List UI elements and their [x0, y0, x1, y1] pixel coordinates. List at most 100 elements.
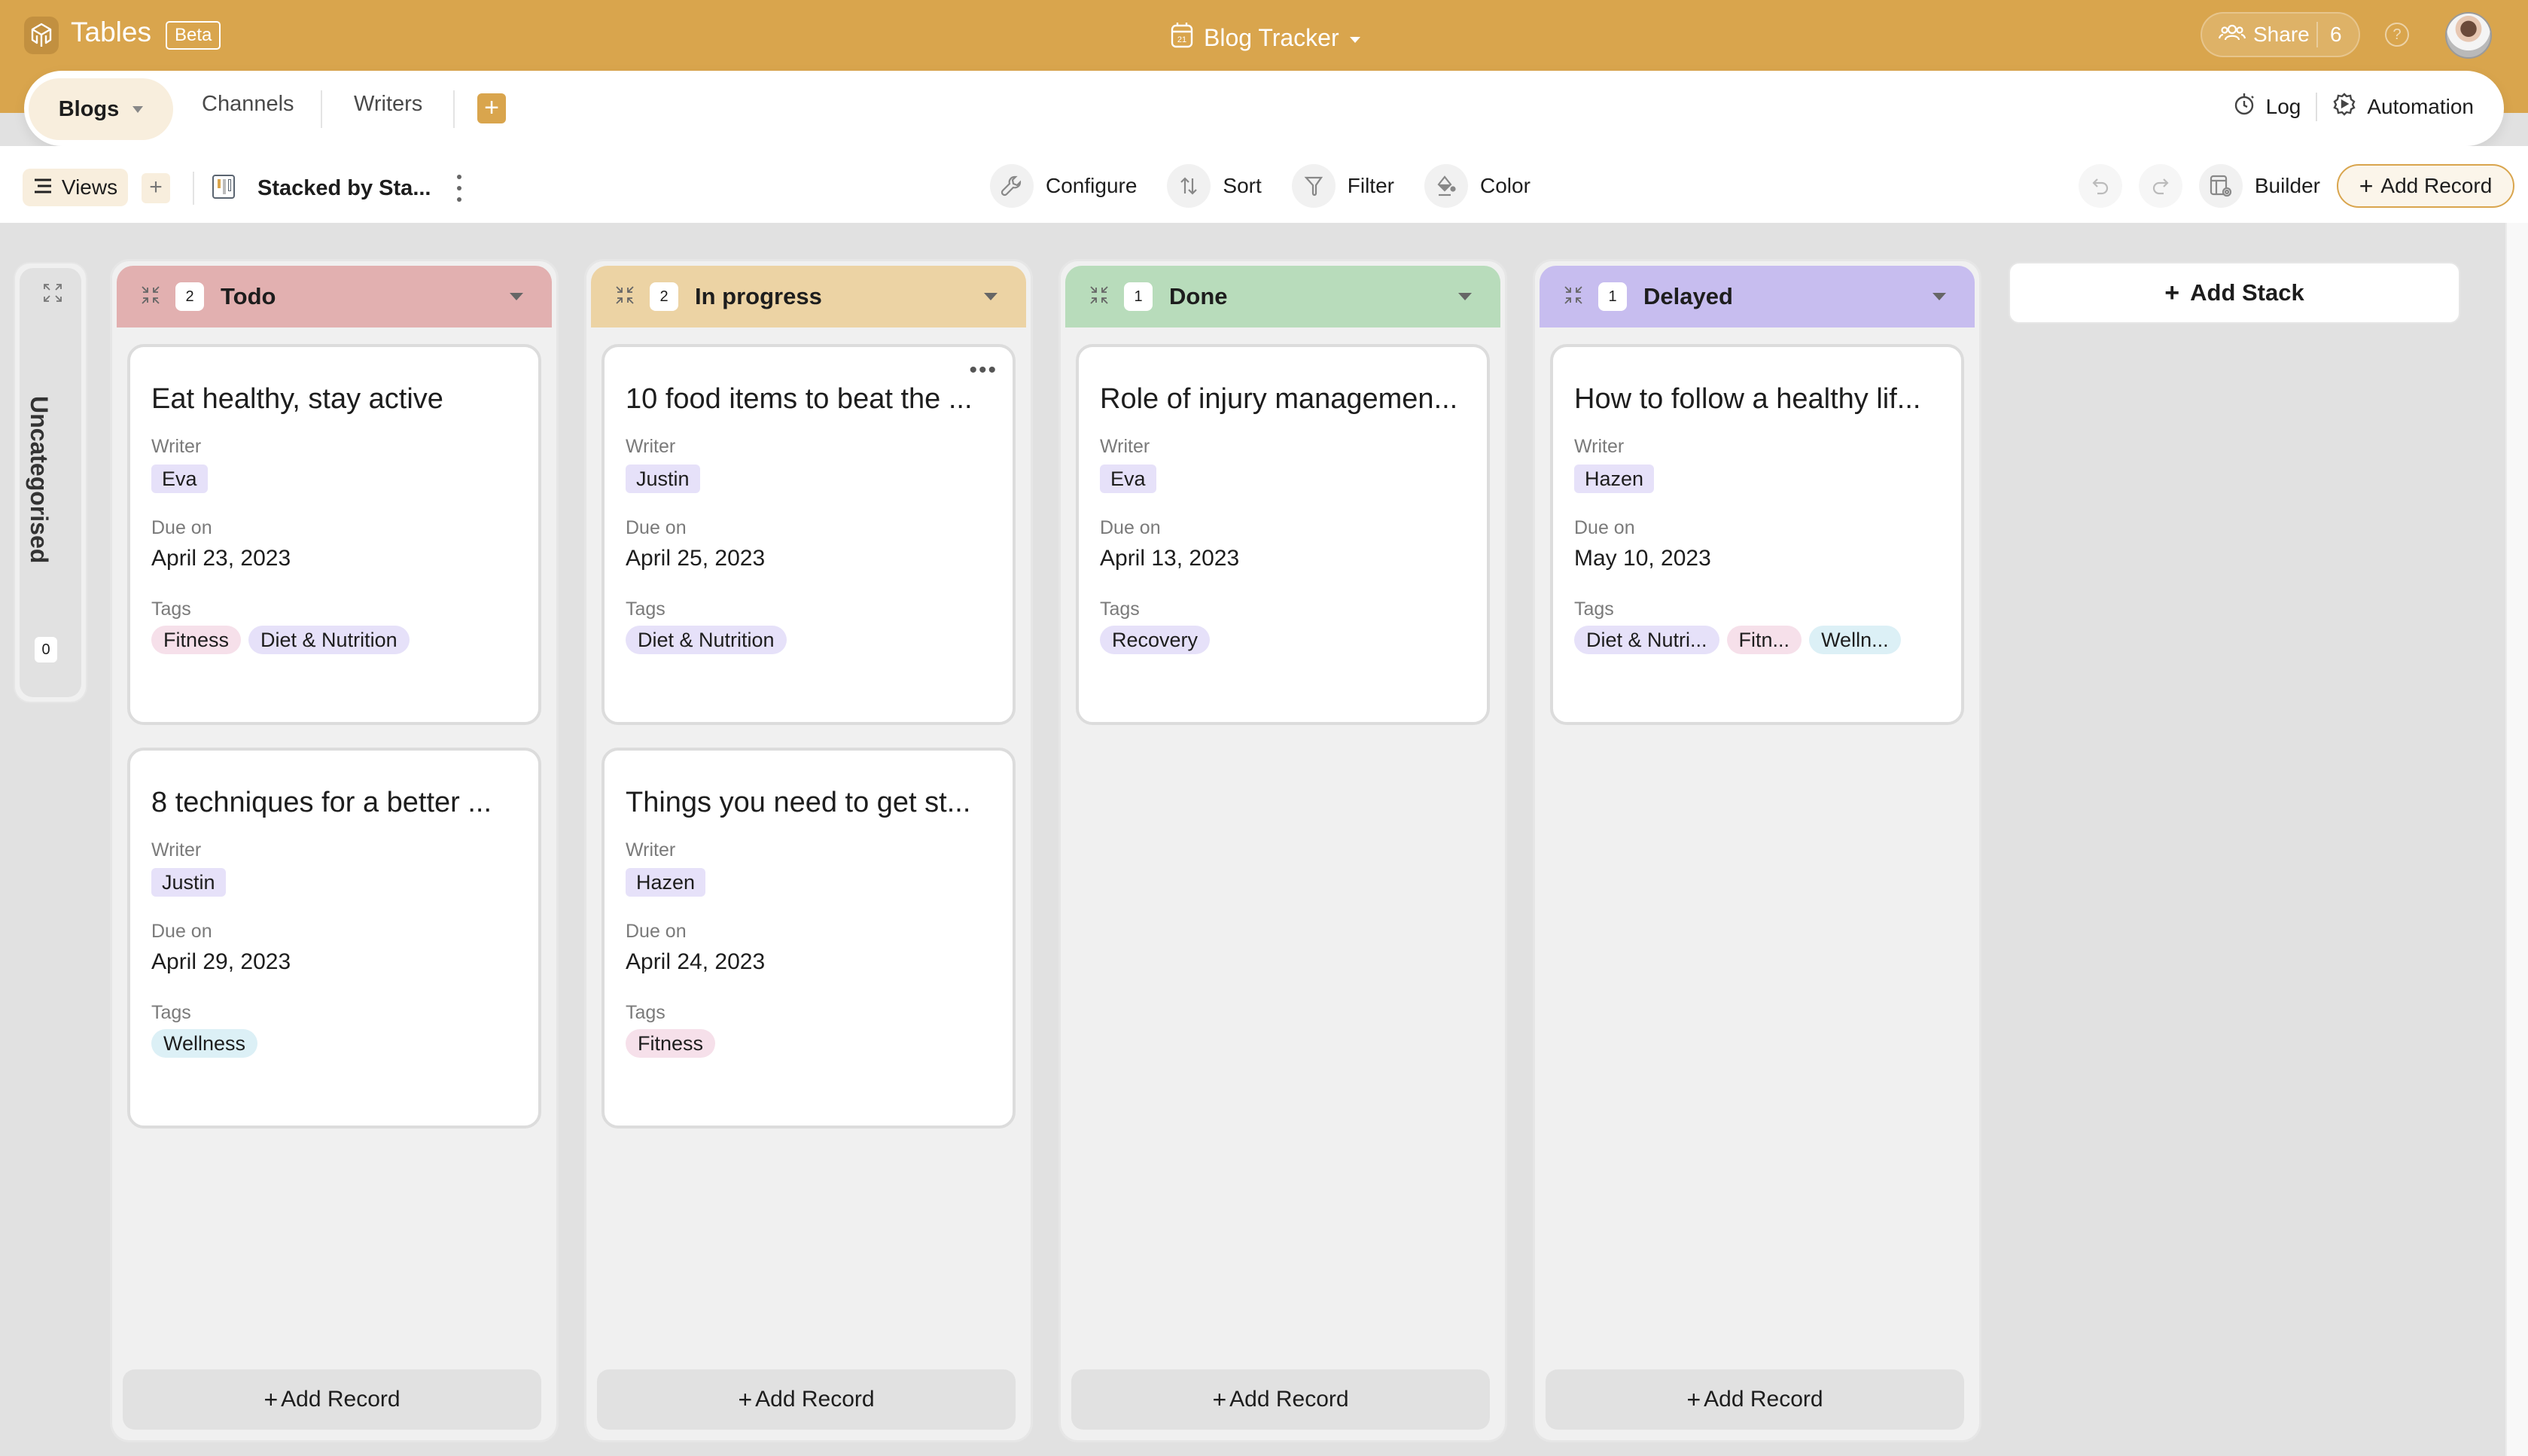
builder-button[interactable]: Builder	[2198, 164, 2320, 208]
stack-name: Done	[1169, 283, 1228, 309]
paint-bucket-icon	[1424, 164, 1468, 208]
chevron-down-icon[interactable]	[1458, 293, 1472, 300]
stopwatch-icon	[2233, 92, 2255, 121]
stack-header[interactable]: 1 Delayed	[1540, 266, 1975, 327]
tags-list: Fitness Diet & Nutrition	[151, 626, 410, 654]
expand-icon[interactable]	[43, 283, 62, 306]
collapse-icon[interactable]	[1089, 285, 1109, 309]
tags-list: Diet & Nutrition	[626, 626, 787, 654]
tag-chip: Fitness	[626, 1029, 716, 1058]
uncategorised-stack[interactable]: Uncategorised 0	[14, 262, 87, 703]
tags-label: Tags	[1574, 599, 1614, 620]
builder-label: Builder	[2254, 174, 2320, 197]
collapse-icon[interactable]	[1564, 285, 1583, 309]
due-label: Due on	[1100, 517, 1161, 538]
tags-list: Wellness	[151, 1029, 258, 1058]
due-date: April 29, 2023	[151, 949, 291, 974]
add-table-button[interactable]: +	[477, 93, 506, 123]
plus-icon: +	[2164, 278, 2180, 307]
record-card[interactable]: Things you need to get st... Writer Hazen D…	[602, 748, 1016, 1129]
stack-add-record-button[interactable]: + Add Record	[1546, 1369, 1964, 1430]
tag-chip: Recovery	[1100, 626, 1211, 654]
tab-writers[interactable]: Writers	[354, 92, 422, 117]
share-button[interactable]: Share 6	[2201, 12, 2360, 57]
stack-column-in-progress: 2 In progress + Add Record ••• 10 food it…	[584, 259, 1033, 1442]
record-card[interactable]: Eat healthy, stay active Writer Eva Due on A…	[127, 344, 541, 725]
record-card[interactable]: How to follow a healthy lif... Writer Haze…	[1550, 344, 1964, 725]
document-title-dropdown[interactable]: 21 Blog Tracker	[1171, 21, 1360, 54]
add-stack-button[interactable]: + Add Stack	[2009, 262, 2460, 324]
configure-button[interactable]: Configure	[990, 164, 1137, 208]
stack-header[interactable]: 1 Done	[1065, 266, 1500, 327]
table-tabs-bar: Blogs Channels Writers + Log Automation	[24, 71, 2504, 146]
tags-label: Tags	[151, 1002, 191, 1023]
tags-label: Tags	[1100, 599, 1140, 620]
due-label: Due on	[151, 921, 212, 942]
stack-name: Todo	[221, 283, 276, 309]
stack-header[interactable]: 2 In progress	[591, 266, 1026, 327]
chevron-down-icon	[132, 105, 144, 113]
due-date: April 23, 2023	[151, 546, 291, 571]
tag-chip: Fitness	[151, 626, 242, 654]
writer-chip: Justin	[626, 465, 700, 493]
chevron-down-icon[interactable]	[510, 293, 523, 300]
kanban-board: Uncategorised 0 2 Todo + Add Record Eat …	[0, 223, 2507, 1456]
tab-channels[interactable]: Channels	[202, 92, 294, 117]
filter-funnel-icon	[1291, 164, 1336, 208]
add-view-button[interactable]: +	[142, 173, 170, 203]
tags-label: Tags	[626, 599, 666, 620]
document-title: Blog Tracker	[1204, 23, 1339, 51]
record-card[interactable]: ••• 10 food items to beat the ... Writer Ju…	[602, 344, 1016, 725]
tag-chip: Diet & Nutrition	[248, 626, 410, 654]
divider	[193, 172, 194, 205]
writer-label: Writer	[151, 436, 202, 457]
stack-add-record-button[interactable]: + Add Record	[597, 1369, 1016, 1430]
record-card[interactable]: Role of injury managemen... Writer Eva Due …	[1076, 344, 1490, 725]
stack-add-record-button[interactable]: + Add Record	[1071, 1369, 1490, 1430]
add-record-button[interactable]: + Add Record	[2337, 164, 2514, 208]
due-date: April 13, 2023	[1100, 546, 1240, 571]
tags-list: Diet & Nutri... Fitn... Welln...	[1574, 626, 1901, 654]
chevron-down-icon[interactable]	[1933, 293, 1946, 300]
sort-label: Sort	[1223, 174, 1262, 197]
stack-header[interactable]: 2 Todo	[117, 266, 552, 327]
collapse-icon[interactable]	[141, 285, 160, 309]
plus-icon: +	[263, 1385, 279, 1413]
current-view-name[interactable]: Stacked by Sta...	[257, 176, 431, 201]
sort-button[interactable]: Sort	[1167, 164, 1262, 208]
writer-chip: Justin	[151, 868, 226, 897]
automation-button[interactable]: Automation	[2332, 92, 2474, 121]
filter-button[interactable]: Filter	[1291, 164, 1394, 208]
collapse-icon[interactable]	[615, 285, 635, 309]
wrench-icon	[990, 164, 1034, 208]
writer-label: Writer	[626, 839, 676, 861]
divider	[453, 90, 455, 128]
users-icon	[2218, 23, 2246, 47]
due-date: April 24, 2023	[626, 949, 766, 974]
vertical-scrollbar[interactable]	[2505, 223, 2528, 1456]
user-avatar[interactable]	[2445, 12, 2492, 59]
writer-label: Writer	[1100, 436, 1150, 457]
writer-label: Writer	[151, 839, 202, 861]
view-options-icon[interactable]	[453, 175, 465, 202]
configure-label: Configure	[1046, 174, 1138, 197]
redo-icon[interactable]	[2138, 164, 2182, 208]
kanban-view-icon	[212, 175, 235, 199]
stack-add-record-button[interactable]: + Add Record	[123, 1369, 541, 1430]
add-record-label: Add Record	[1229, 1387, 1349, 1412]
tables-logo-icon[interactable]	[24, 17, 59, 54]
color-label: Color	[1480, 174, 1531, 197]
color-button[interactable]: Color	[1424, 164, 1531, 208]
chevron-down-icon[interactable]	[984, 293, 997, 300]
record-card[interactable]: 8 techniques for a better ... Writer Justi…	[127, 748, 541, 1129]
beta-badge: Beta	[166, 21, 221, 50]
more-options-icon[interactable]: •••	[969, 358, 997, 383]
help-icon[interactable]: ?	[2385, 23, 2409, 47]
stack-column-done: 1 Done + Add Record Role of injury manag…	[1058, 259, 1507, 1442]
tab-blogs[interactable]: Blogs	[29, 78, 173, 140]
views-button[interactable]: Views	[23, 169, 128, 206]
tag-chip: Welln...	[1809, 626, 1901, 654]
log-button[interactable]: Log	[2233, 92, 2301, 121]
automation-label: Automation	[2367, 94, 2474, 118]
undo-icon[interactable]	[2078, 164, 2122, 208]
